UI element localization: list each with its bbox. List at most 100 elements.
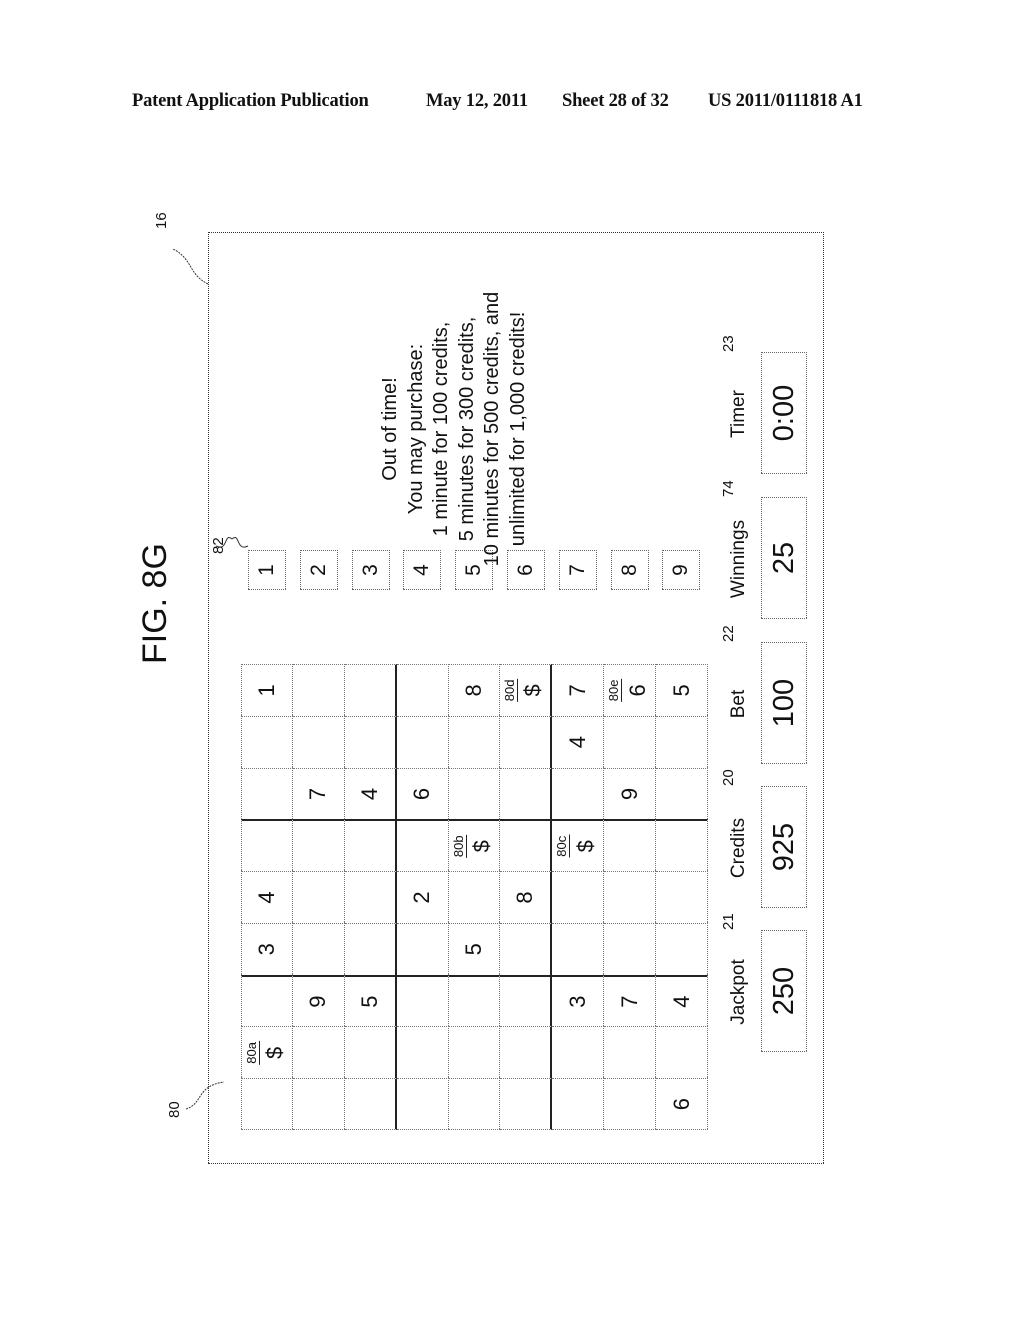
stat-label-credits: Credits (728, 817, 749, 879)
grid-cell[interactable] (604, 715, 657, 768)
number-button-1[interactable]: 1 (248, 550, 286, 590)
grid-cell[interactable] (292, 1026, 345, 1079)
grid-cell[interactable] (552, 922, 605, 975)
dollar-bonus-icon: $ (261, 1046, 287, 1059)
grid-cell[interactable] (241, 715, 293, 768)
grid-cell[interactable] (292, 1078, 345, 1130)
grid-cell[interactable] (241, 767, 293, 820)
cell-value: 7 (305, 787, 331, 801)
grid-cell[interactable] (604, 1078, 657, 1130)
grid-cell[interactable]: 5 (448, 922, 501, 975)
cell-value: 5 (668, 684, 694, 697)
grid-cell[interactable] (604, 1026, 657, 1079)
grid-cell[interactable] (500, 974, 553, 1027)
grid-cell[interactable]: 7 (604, 974, 657, 1027)
grid-cell[interactable]: 1 (241, 664, 293, 716)
grid-cell[interactable] (604, 819, 657, 872)
grid-cell[interactable] (552, 767, 605, 820)
grid-cell[interactable] (292, 819, 345, 872)
grid-cell[interactable] (344, 922, 397, 975)
grid-cell[interactable]: 6 (396, 767, 449, 820)
cell-reference-tag: 80b (450, 834, 467, 859)
grid-cell[interactable] (292, 922, 345, 975)
grid-cell[interactable] (604, 871, 657, 923)
grid-cell[interactable] (396, 715, 449, 768)
grid-cell[interactable]: 80d $ (500, 664, 553, 716)
grid-cell[interactable] (292, 715, 345, 768)
grid-cell[interactable]: 5 (656, 664, 708, 716)
grid-cell[interactable]: 80c $ (552, 819, 605, 872)
grid-cell[interactable] (656, 819, 708, 872)
grid-cell[interactable] (344, 1026, 397, 1079)
grid-cell[interactable] (552, 1026, 605, 1079)
grid-cell[interactable]: 7 (292, 767, 345, 820)
grid-cell[interactable]: 7 (552, 664, 605, 716)
cell-reference-tag: 80c (554, 834, 571, 858)
grid-cell[interactable] (292, 871, 345, 923)
grid-cell[interactable] (241, 1078, 293, 1130)
grid-cell[interactable] (448, 715, 501, 768)
grid-cell[interactable] (500, 922, 553, 975)
message-line: 10 minutes for 500 credits, and (481, 291, 503, 567)
grid-cell[interactable] (344, 871, 397, 923)
grid-cell[interactable] (396, 819, 449, 872)
grid-cell[interactable]: 2 (396, 871, 449, 923)
cell-value: 4 (356, 787, 382, 801)
grid-cell[interactable] (656, 767, 708, 820)
number-button-2[interactable]: 2 (299, 550, 338, 590)
grid-cell[interactable] (448, 1078, 501, 1130)
grid-cell[interactable] (396, 1026, 449, 1079)
grid-cell[interactable] (344, 819, 397, 872)
grid-cell[interactable] (396, 974, 449, 1027)
grid-cell[interactable] (448, 871, 501, 923)
grid-cell[interactable] (500, 819, 553, 872)
grid-cell[interactable] (396, 922, 449, 975)
grid-cell[interactable] (396, 1078, 449, 1130)
grid-cell[interactable]: 4 (656, 974, 708, 1027)
grid-cell[interactable]: 80a $ (241, 1026, 293, 1079)
grid-cell[interactable]: 80b $ (448, 819, 501, 872)
grid-cell[interactable] (500, 767, 553, 820)
grid-cell[interactable] (344, 664, 397, 716)
sheet-number: Sheet 28 of 32 (562, 91, 669, 111)
grid-cell[interactable] (656, 871, 708, 923)
grid-cell[interactable] (344, 1078, 397, 1130)
grid-cell[interactable]: 6 (656, 1078, 708, 1130)
grid-cell[interactable]: 80e 6 (604, 664, 657, 716)
grid-cell[interactable] (241, 819, 293, 872)
grid-cell[interactable] (292, 664, 345, 716)
grid-cell[interactable] (448, 767, 501, 820)
grid-cell[interactable] (552, 871, 605, 923)
grid-cell[interactable]: 5 (344, 974, 397, 1027)
grid-cell[interactable]: 4 (241, 871, 293, 923)
grid-cell[interactable] (500, 1026, 553, 1079)
grid-cell[interactable] (448, 1026, 501, 1079)
grid-cell[interactable] (552, 1078, 605, 1130)
grid-cell[interactable]: 8 (500, 871, 553, 923)
cell-reference-tag: 80a (244, 1040, 260, 1065)
grid-cell[interactable] (241, 974, 293, 1027)
grid-cell[interactable]: 8 (448, 664, 501, 716)
grid-cell[interactable] (604, 922, 657, 975)
number-button-9[interactable]: 9 (662, 550, 701, 590)
grid-cell[interactable] (656, 1026, 708, 1079)
grid-cell[interactable] (500, 715, 553, 768)
grid-cell[interactable]: 4 (344, 767, 397, 820)
grid-cell[interactable]: 9 (292, 974, 345, 1027)
message-line: You may purchase: (404, 343, 427, 515)
grid-cell[interactable]: 4 (552, 715, 605, 768)
number-button-8[interactable]: 8 (610, 550, 649, 590)
grid-cell[interactable] (656, 922, 708, 975)
dollar-bonus-icon: $ (572, 840, 598, 853)
grid-cell[interactable] (344, 715, 397, 768)
grid-cell[interactable] (448, 974, 501, 1027)
cell-value: 5 (356, 995, 382, 1008)
grid-cell[interactable]: 3 (241, 922, 293, 975)
message-line: 1 minute for 100 credits, (430, 321, 452, 537)
number-button-7[interactable]: 7 (558, 550, 597, 590)
grid-cell[interactable] (656, 715, 708, 768)
grid-cell[interactable] (396, 664, 449, 716)
grid-cell[interactable]: 9 (604, 767, 657, 820)
grid-cell[interactable]: 3 (552, 974, 605, 1027)
grid-cell[interactable] (500, 1078, 553, 1130)
